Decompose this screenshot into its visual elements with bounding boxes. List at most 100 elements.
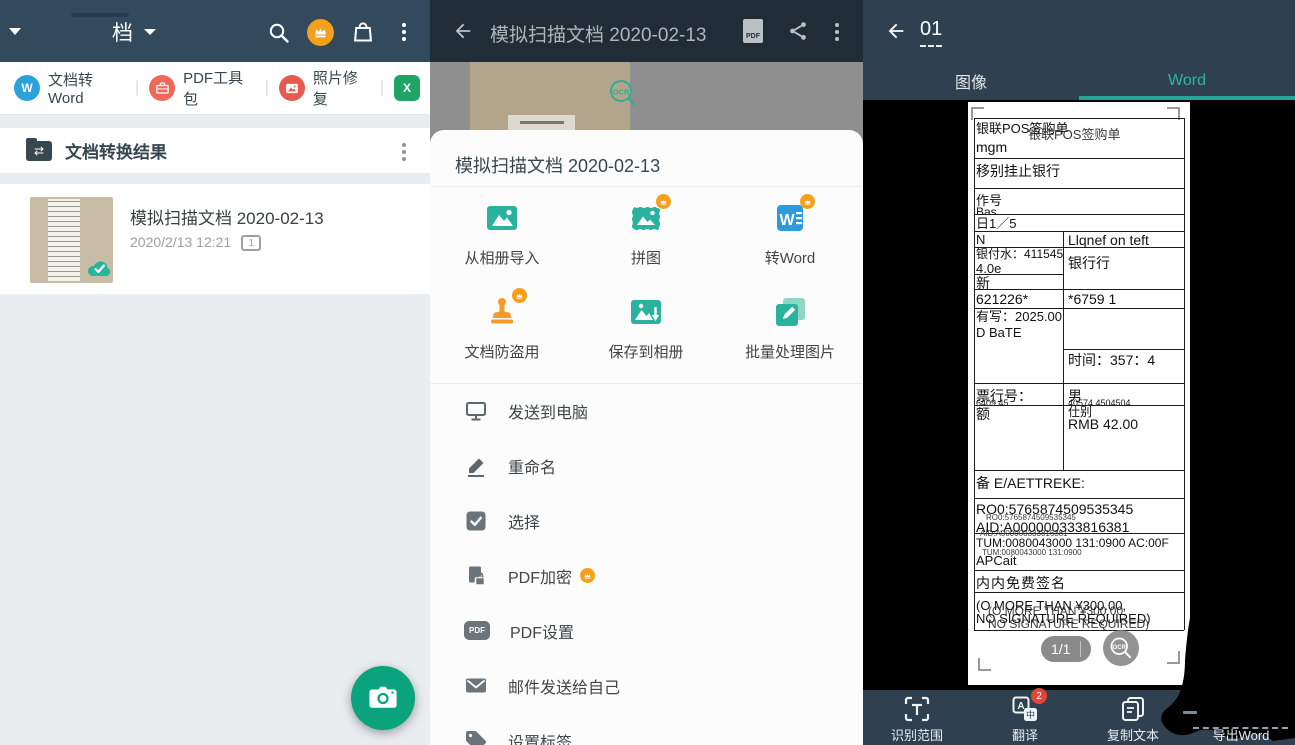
tag-icon: [464, 729, 488, 745]
toolbar-export-word[interactable]: W 导出Word: [1187, 690, 1295, 745]
ocr-line: 移别挂止银行: [976, 164, 1060, 178]
menu-select[interactable]: 选择: [430, 493, 863, 548]
ocr-magnifier-icon: OCR: [1108, 635, 1134, 661]
preview-label-smudge: [520, 121, 564, 124]
toolbar-recognize-area[interactable]: 识别范围: [863, 690, 971, 745]
search-icon: [267, 21, 291, 45]
save-to-album-icon: [628, 294, 664, 330]
menu-send-to-pc[interactable]: 发送到电脑: [430, 383, 863, 438]
middle-app-bar: 模拟扫描文档 2020-02-13 PDF: [430, 0, 863, 62]
section-overflow-menu-button[interactable]: [398, 140, 410, 164]
svg-text:W: W: [1236, 705, 1246, 716]
toolbar-copy-text[interactable]: 复制文本: [1079, 690, 1187, 745]
svg-text:OCR: OCR: [613, 88, 630, 97]
collage-icon: [628, 200, 664, 236]
camera-icon: [368, 685, 398, 711]
select-checkbox-icon: [464, 509, 488, 533]
result-title-editable[interactable]: 01: [920, 18, 942, 47]
crown-icon: [312, 25, 329, 40]
tab-image[interactable]: 图像: [863, 62, 1079, 100]
word-result-panel: 01 图像 Word: [863, 0, 1295, 745]
right-app-bar: 01: [863, 0, 1295, 62]
ocr-line: 时间：357：4: [1068, 353, 1155, 367]
ocr-line: APCait: [976, 554, 1016, 567]
page-indicator: 1/1: [1041, 636, 1091, 662]
middle-title: 模拟扫描文档 2020-02-13: [490, 20, 706, 47]
ocr-line: D BaTE: [976, 326, 1022, 339]
toolbar-translate[interactable]: 2 A 中 翻译: [971, 690, 1079, 745]
folder-title-dropdown[interactable]: 档: [112, 17, 156, 47]
ocr-result-page[interactable]: 银联POS签购单 银联POS签购单 mgm 移别挂止银行 作号 Bas 日1／5…: [968, 102, 1190, 685]
store-button[interactable]: [351, 20, 375, 49]
pdf-view-button[interactable]: PDF: [743, 19, 763, 43]
email-icon: [464, 674, 488, 698]
ocr-line: 有写：2025.00: [976, 310, 1062, 323]
premium-crown-badge: [512, 288, 527, 303]
convert-folder-icon: ⇄: [26, 141, 52, 161]
action-collage[interactable]: 拼图: [574, 200, 718, 268]
import-from-album-icon: [484, 200, 520, 236]
document-title: 模拟扫描文档 2020-02-13: [130, 204, 324, 229]
pdf-encrypt-icon: [464, 564, 488, 588]
ocr-line: 新: [976, 276, 990, 290]
ocr-badge: OCR: [608, 78, 634, 104]
search-button[interactable]: [267, 21, 291, 50]
ocr-line: RMB 42.00: [1068, 417, 1138, 431]
middle-overflow-menu-button[interactable]: [831, 20, 843, 44]
premium-crown-badge: [580, 568, 595, 583]
ocr-zoom-button[interactable]: OCR: [1103, 630, 1139, 666]
rename-icon: [464, 454, 488, 478]
to-word-icon: W: [772, 200, 808, 236]
share-icon[interactable]: [787, 20, 809, 42]
action-to-word[interactable]: W 转Word: [718, 200, 862, 268]
menu-pdf-settings[interactable]: PDF PDF设置: [430, 603, 863, 658]
shortcut-photo-repair[interactable]: 照片修复: [269, 67, 380, 109]
recognize-area-icon: [904, 696, 930, 722]
shortcut-excel[interactable]: X: [384, 75, 430, 101]
action-import-from-album[interactable]: 从相册导入: [430, 200, 574, 268]
left-title: 档: [112, 17, 133, 47]
svg-text:W: W: [779, 212, 795, 229]
shopping-bag-icon: [351, 20, 375, 44]
premium-button[interactable]: [307, 19, 334, 46]
ocr-line: 6409 45: [976, 399, 1009, 405]
ocr-line: 4.0e: [976, 262, 1001, 275]
action-batch-process[interactable]: 批量处理图片: [718, 294, 862, 362]
tab-word[interactable]: Word: [1079, 62, 1295, 100]
action-save-to-album[interactable]: 保存到相册: [574, 294, 718, 362]
back-arrow-icon[interactable]: [452, 20, 474, 42]
collapse-caret-icon[interactable]: [9, 28, 21, 35]
copy-text-icon: [1120, 696, 1146, 722]
menu-set-tag[interactable]: 设置标签: [430, 713, 863, 745]
ocr-line: Bas: [976, 206, 997, 214]
dropdown-caret-icon: [144, 29, 156, 35]
documents-list-panel: 档 W 文档转Word | PDF: [0, 0, 430, 745]
premium-crown-badge: [800, 194, 815, 209]
shortcut-doc-to-word[interactable]: W 文档转Word: [0, 69, 135, 107]
menu-email-to-self[interactable]: 邮件发送给自己: [430, 658, 863, 713]
left-overflow-menu-button[interactable]: [398, 20, 410, 44]
sheet-title: 模拟扫描文档 2020-02-13: [455, 152, 660, 178]
menu-rename[interactable]: 重命名: [430, 438, 863, 493]
document-preview-dimmed: [470, 62, 630, 130]
ocr-line: 额: [976, 407, 990, 421]
ocr-line: Llqnef on teft: [1068, 233, 1149, 247]
document-meta: 2020/2/13 12:211: [130, 234, 261, 251]
document-thumbnail[interactable]: [30, 197, 113, 283]
menu-pdf-encrypt[interactable]: PDF加密: [430, 548, 863, 603]
tools-shortcut-bar: W 文档转Word | PDF工具包 | 照片修复 | X: [0, 62, 430, 115]
crop-corner-mark: [978, 658, 991, 671]
shortcut-pdf-toolkit[interactable]: PDF工具包: [139, 67, 265, 109]
ocr-line-ghost: NO SIGNATURE REQUIRED): [988, 618, 1149, 630]
document-list-item[interactable]: 模拟扫描文档 2020-02-13 2020/2/13 12:211: [0, 184, 430, 294]
photo-icon: [279, 75, 305, 101]
anti-theft-stamp-icon: [484, 294, 520, 330]
excel-icon: X: [394, 75, 420, 101]
result-tabs: 图像 Word: [863, 62, 1295, 100]
action-anti-theft[interactable]: 文档防盗用: [430, 294, 574, 362]
back-arrow-icon[interactable]: [885, 20, 907, 42]
ocr-line: 银行行: [1068, 256, 1110, 270]
camera-fab[interactable]: [351, 666, 415, 730]
conversion-results-section[interactable]: ⇄ 文档转换结果: [0, 128, 430, 173]
divider: [430, 186, 863, 187]
